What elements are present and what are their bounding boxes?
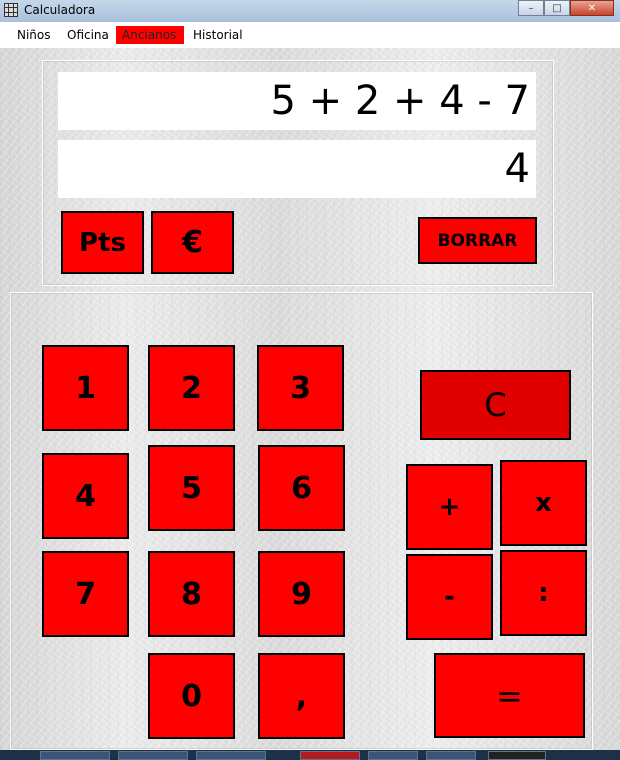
multiply-button[interactable]: x: [500, 460, 587, 546]
menu-item-ninos[interactable]: Niños: [11, 26, 57, 44]
key-7[interactable]: 7: [42, 551, 129, 637]
title-bar: Calculadora – □ ✕: [0, 0, 620, 23]
key-6[interactable]: 6: [258, 445, 345, 531]
pesetas-button[interactable]: Pts: [61, 211, 144, 274]
key-5[interactable]: 5: [148, 445, 235, 531]
expression-display: 5 + 2 + 4 - 7: [58, 72, 536, 130]
key-2[interactable]: 2: [148, 345, 235, 431]
divide-button[interactable]: :: [500, 550, 587, 636]
maximize-button[interactable]: □: [544, 0, 570, 16]
minimize-button[interactable]: –: [518, 0, 544, 16]
close-button[interactable]: ✕: [570, 0, 614, 16]
taskbar-item[interactable]: [488, 751, 546, 760]
euro-button[interactable]: €: [151, 211, 234, 274]
minus-button[interactable]: -: [406, 554, 493, 640]
calculator-body: 5 + 2 + 4 - 7 4 Pts € BORRAR 1 2 3 4 5 6…: [0, 48, 620, 760]
calculator-app-icon: [4, 3, 18, 17]
borrar-button[interactable]: BORRAR: [418, 217, 537, 264]
equals-button[interactable]: =: [434, 653, 585, 738]
key-3[interactable]: 3: [257, 345, 344, 431]
result-display: 4: [58, 140, 536, 198]
key-8[interactable]: 8: [148, 551, 235, 637]
key-4[interactable]: 4: [42, 453, 129, 539]
taskbar-item[interactable]: [118, 751, 188, 760]
window-title: Calculadora: [24, 3, 96, 17]
menu-item-ancianos[interactable]: Ancianos: [116, 26, 184, 44]
key-9[interactable]: 9: [258, 551, 345, 637]
taskbar-item[interactable]: [196, 751, 266, 760]
clear-button[interactable]: C: [420, 370, 571, 440]
key-comma[interactable]: ,: [258, 653, 345, 739]
key-0[interactable]: 0: [148, 653, 235, 739]
taskbar: [0, 750, 620, 760]
taskbar-item[interactable]: [368, 751, 418, 760]
plus-button[interactable]: +: [406, 464, 493, 550]
menu-item-historial[interactable]: Historial: [187, 26, 249, 44]
taskbar-item[interactable]: [300, 751, 360, 760]
taskbar-item[interactable]: [426, 751, 476, 760]
key-1[interactable]: 1: [42, 345, 129, 431]
menu-bar: Niños Oficina Ancianos Historial: [0, 22, 620, 49]
taskbar-item[interactable]: [40, 751, 110, 760]
menu-item-oficina[interactable]: Oficina: [61, 26, 115, 44]
